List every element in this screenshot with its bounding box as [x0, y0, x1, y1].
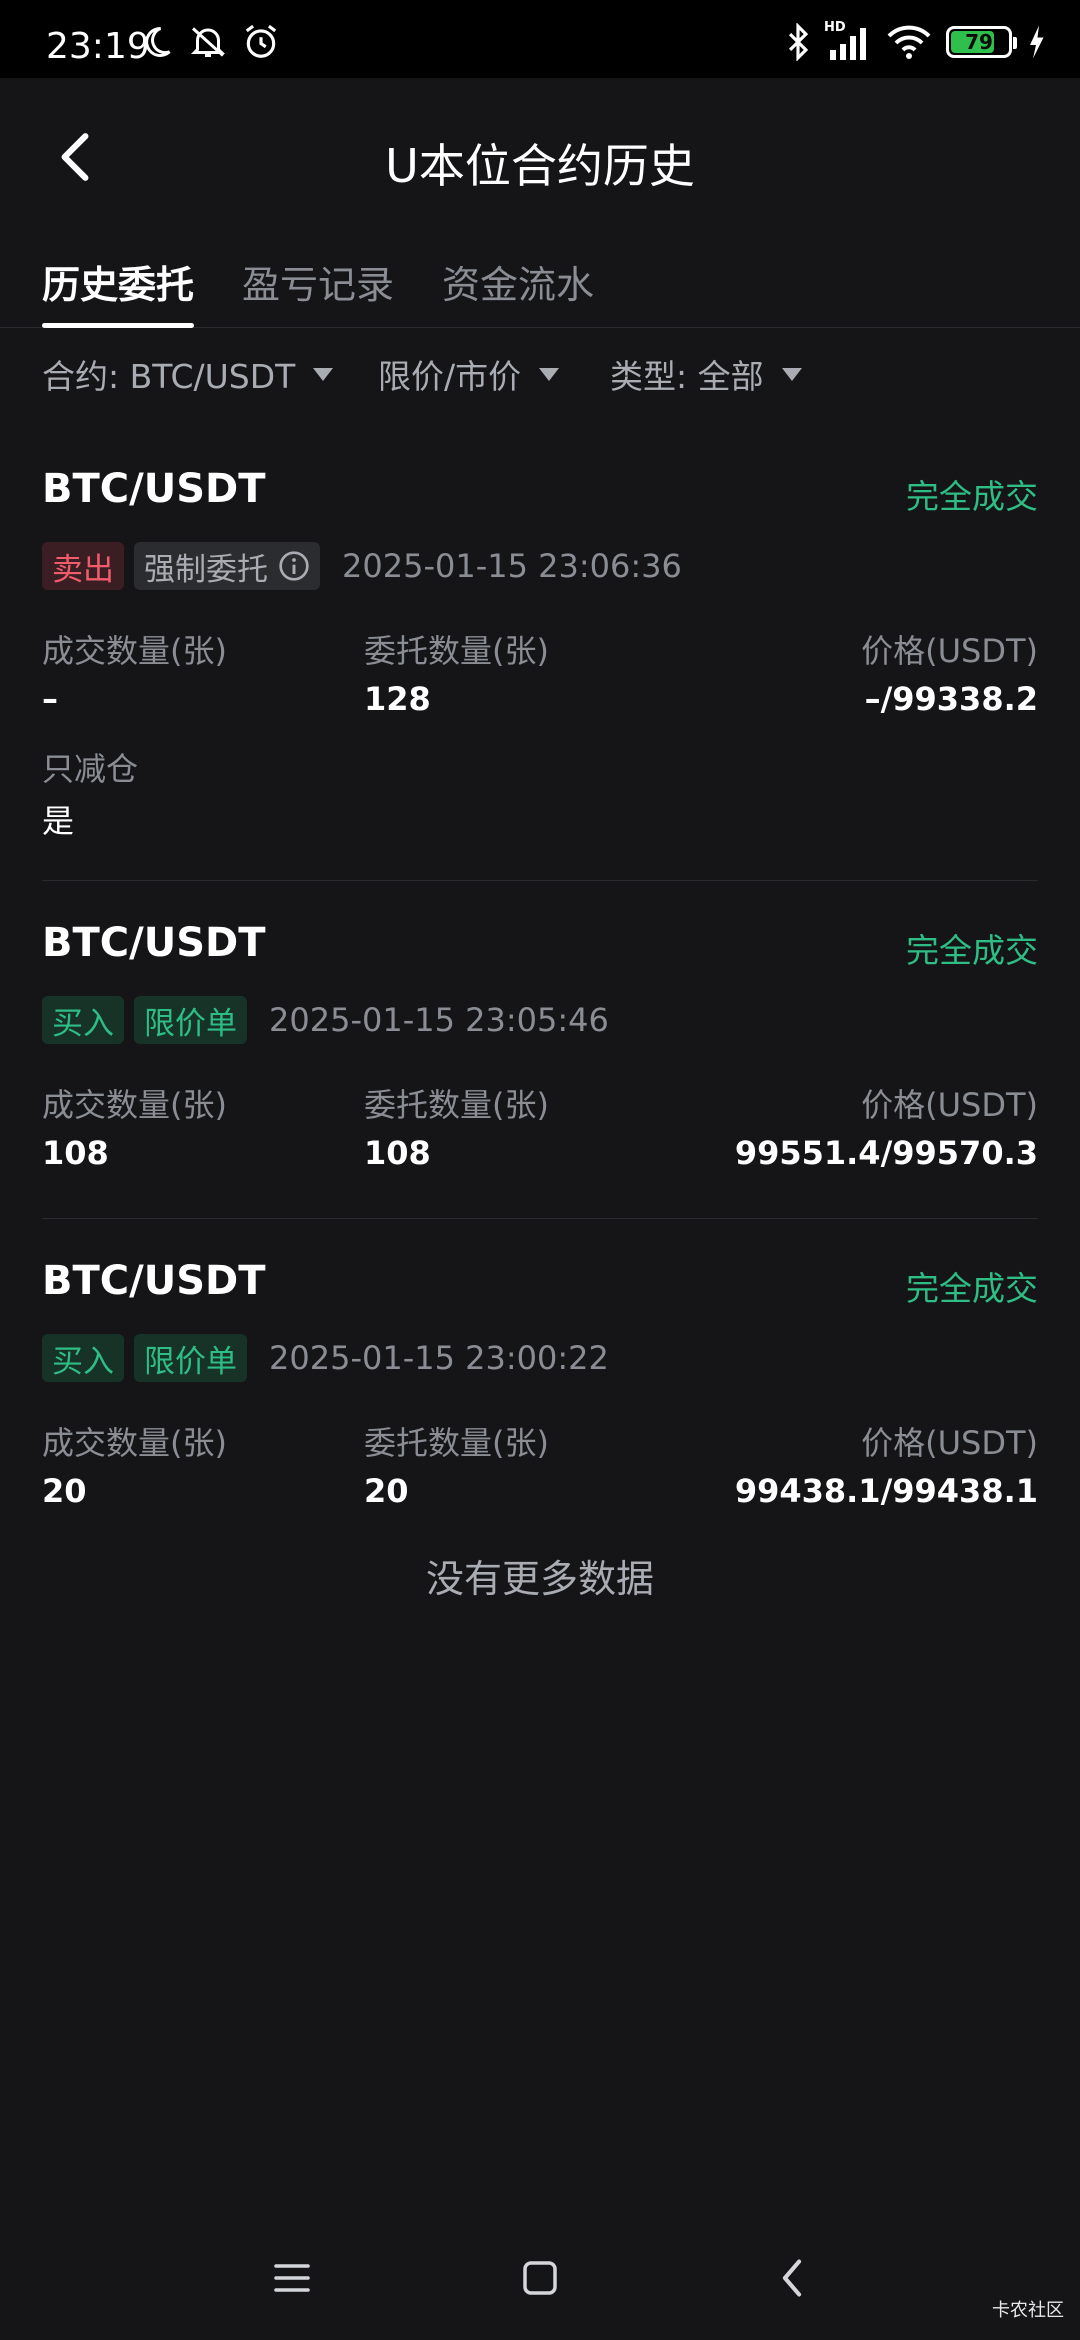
bluetooth-icon: [788, 23, 809, 61]
price-label: 价格(USDT): [861, 632, 1038, 670]
order-card[interactable]: BTC/USDT 完全成交 卖出 强制委托 2025-01-15 23:06:3…: [42, 466, 1038, 856]
price-label: 价格(USDT): [861, 1424, 1038, 1462]
filled-label: 成交数量(张): [42, 1424, 227, 1462]
side-badge: 买入: [42, 996, 124, 1044]
tab-fund-flow[interactable]: 资金流水: [442, 254, 594, 328]
battery-icon: 79: [946, 26, 1017, 58]
battery-percent: 79: [965, 30, 993, 54]
filled-value: –: [42, 680, 58, 718]
filter-contract-label: 合约: BTC/USDT: [42, 357, 296, 396]
price-label: 价格(USDT): [861, 1086, 1038, 1124]
type-badge: 限价单: [134, 1334, 247, 1382]
charging-icon: [1030, 25, 1044, 59]
filled-label: 成交数量(张): [42, 632, 227, 670]
order-pair: BTC/USDT: [42, 1258, 266, 1304]
caret-down-icon: [313, 367, 334, 381]
info-icon[interactable]: [278, 550, 310, 582]
filled-label: 成交数量(张): [42, 1086, 227, 1124]
type-badge: 限价单: [134, 996, 247, 1044]
moon-icon: [145, 26, 171, 57]
tab-bar: 历史委托 盈亏记录 资金流水: [0, 240, 1080, 328]
filter-kind[interactable]: 类型: 全部: [610, 350, 802, 398]
caret-down-icon: [539, 367, 560, 381]
order-card[interactable]: BTC/USDT 完全成交 买入 限价单 2025-01-15 23:05:46…: [42, 920, 1038, 1210]
home-button[interactable]: [510, 2248, 570, 2308]
screen: 23:19 HD 79 U本位合约历史 历史委托 盈亏记录 资金流水 合约: B…: [0, 0, 1080, 2340]
signal-icon: [830, 28, 866, 60]
order-pair: BTC/USDT: [42, 466, 266, 512]
type-badge[interactable]: 强制委托: [134, 542, 320, 590]
filter-order-type-label: 限价/市价: [378, 357, 522, 396]
signal-indicator: HD: [824, 20, 872, 62]
filter-order-type[interactable]: 限价/市价: [378, 350, 560, 398]
order-time: 2025-01-15 23:05:46: [269, 1001, 609, 1039]
square-icon: [523, 2261, 557, 2295]
bell-off-icon: [190, 27, 226, 57]
order-card[interactable]: BTC/USDT 完全成交 买入 限价单 2025-01-15 23:00:22…: [42, 1258, 1038, 1548]
tab-order-history[interactable]: 历史委托: [42, 254, 195, 328]
filter-contract[interactable]: 合约: BTC/USDT: [42, 350, 334, 398]
status-right-icons: HD 79: [786, 20, 1046, 62]
alarm-icon: [245, 24, 277, 58]
type-badge-label: 强制委托: [144, 551, 268, 588]
filter-kind-label: 类型: 全部: [610, 357, 764, 396]
filled-value: 20: [42, 1472, 87, 1510]
order-tags: 买入 限价单 2025-01-15 23:05:46: [42, 996, 609, 1044]
order-time: 2025-01-15 23:00:22: [269, 1339, 609, 1377]
navigation-bar: 卡农社区: [0, 2210, 1080, 2340]
price-value: 99438.1/99438.1: [734, 1472, 1038, 1510]
order-time: 2025-01-15 23:06:36: [342, 547, 682, 585]
menu-button[interactable]: [262, 2248, 322, 2308]
order-status: 完全成交: [906, 477, 1038, 516]
status-left-icons: [138, 22, 280, 62]
nav-back-button[interactable]: [762, 2248, 822, 2308]
divider: [42, 1218, 1038, 1219]
reduce-only-value: 是: [42, 802, 75, 840]
header: U本位合约历史: [0, 78, 1080, 228]
order-tags: 买入 限价单 2025-01-15 23:00:22: [42, 1334, 609, 1382]
divider: [42, 880, 1038, 881]
amount-value: 128: [364, 680, 431, 718]
page-title: U本位合约历史: [385, 139, 695, 193]
wifi-icon: [887, 25, 931, 59]
amount-label: 委托数量(张): [364, 1424, 549, 1462]
amount-label: 委托数量(张): [364, 632, 549, 670]
amount-value: 20: [364, 1472, 409, 1510]
side-badge: 买入: [42, 1334, 124, 1382]
price-value: 99551.4/99570.3: [734, 1134, 1038, 1172]
watermark: 卡农社区: [992, 2300, 1064, 2321]
price-value: –/99338.2: [864, 680, 1038, 718]
filter-bar: 合约: BTC/USDT 限价/市价 类型: 全部: [0, 350, 1080, 404]
filled-value: 108: [42, 1134, 109, 1172]
order-pair: BTC/USDT: [42, 920, 266, 966]
amount-value: 108: [364, 1134, 431, 1172]
caret-down-icon: [781, 367, 802, 381]
order-tags: 卖出 强制委托 2025-01-15 23:06:36: [42, 542, 682, 590]
reduce-only-label: 只减仓: [42, 750, 139, 788]
menu-icon: [274, 2264, 310, 2292]
order-status: 完全成交: [906, 1269, 1038, 1308]
order-status: 完全成交: [906, 931, 1038, 970]
tab-pnl-records[interactable]: 盈亏记录: [242, 254, 394, 328]
amount-label: 委托数量(张): [364, 1086, 549, 1124]
chevron-left-icon: [782, 2259, 802, 2297]
no-more-data: 没有更多数据: [425, 1557, 654, 1601]
side-badge: 卖出: [42, 542, 124, 590]
status-time: 23:19: [46, 26, 150, 67]
status-bar: 23:19 HD 79: [0, 0, 1080, 78]
